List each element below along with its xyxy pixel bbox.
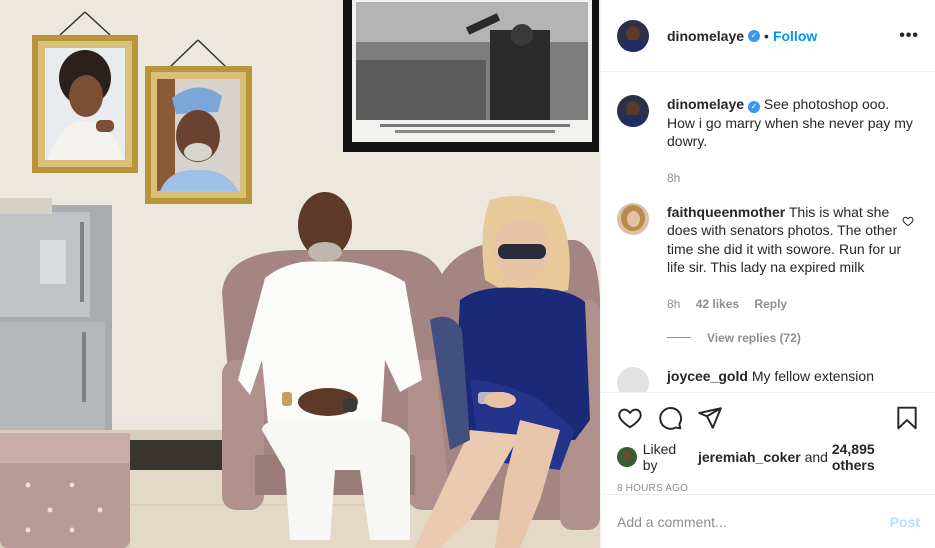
comments-list[interactable]: dinomelaye ✓ See photoshop ooo. How i go … bbox=[601, 73, 935, 392]
comment-username[interactable]: joycee_gold bbox=[667, 368, 748, 384]
caption-username[interactable]: dinomelaye bbox=[667, 96, 744, 112]
caption-author-avatar[interactable] bbox=[617, 95, 649, 127]
comment-item: joycee_gold My fellow extension bbox=[617, 366, 920, 393]
likes-summary: Liked by jeremiah_coker and 24,895 other… bbox=[617, 441, 920, 473]
comment-body: joycee_gold My fellow extension bbox=[667, 367, 920, 393]
replies-line-divider bbox=[667, 337, 691, 338]
liker-avatar[interactable] bbox=[617, 447, 637, 467]
verified-badge-icon: ✓ bbox=[748, 101, 761, 113]
author-username[interactable]: dinomelaye bbox=[667, 28, 744, 44]
photo-illustration bbox=[0, 0, 600, 548]
like-comment-heart-icon[interactable] bbox=[902, 215, 914, 227]
reply-button[interactable]: Reply bbox=[754, 297, 787, 311]
post-comment-button[interactable]: Post bbox=[890, 514, 920, 530]
separator-dot: • bbox=[764, 27, 769, 44]
comment-text: faithqueenmother This is what she does w… bbox=[667, 203, 920, 277]
caption-age[interactable]: 8h bbox=[667, 171, 680, 185]
save-bookmark-icon[interactable] bbox=[894, 405, 920, 431]
post-header: dinomelaye ✓ • Follow ••• bbox=[601, 0, 935, 72]
caption-item: dinomelaye ✓ See photoshop ooo. How i go … bbox=[617, 95, 920, 185]
caption-body: dinomelaye ✓ See photoshop ooo. How i go … bbox=[667, 95, 920, 185]
comment-message: My fellow extension bbox=[751, 367, 874, 384]
commenter-avatar[interactable] bbox=[617, 202, 649, 235]
likes-prefix: Liked by bbox=[642, 441, 677, 473]
add-comment-input[interactable] bbox=[617, 513, 890, 530]
view-replies-label[interactable]: View replies (72) bbox=[707, 331, 801, 345]
comment-bubble-icon[interactable] bbox=[657, 405, 683, 431]
comment-text: joycee_gold My fellow extension bbox=[667, 367, 920, 386]
commenter-avatar[interactable] bbox=[617, 366, 649, 392]
add-comment-bar: Post bbox=[601, 494, 935, 548]
comment-body: faithqueenmother This is what she does w… bbox=[667, 203, 920, 311]
post-side-panel: dinomelaye ✓ • Follow ••• dinomelaye ✓ Se… bbox=[600, 0, 935, 548]
likes-others[interactable]: 24,895 others bbox=[832, 441, 920, 473]
like-heart-icon[interactable] bbox=[617, 405, 643, 431]
instagram-post-view: dinomelaye ✓ • Follow ••• dinomelaye ✓ Se… bbox=[0, 0, 935, 548]
post-actions: Liked by jeremiah_coker and 24,895 other… bbox=[601, 392, 935, 494]
post-timestamp[interactable]: 8 HOURS AGO bbox=[617, 483, 920, 494]
follow-button[interactable]: Follow bbox=[773, 28, 817, 44]
avatar-face bbox=[627, 210, 640, 227]
avatar-body bbox=[620, 115, 646, 127]
post-photo[interactable] bbox=[0, 0, 600, 548]
author-avatar[interactable] bbox=[617, 19, 649, 52]
caption-meta: 8h bbox=[667, 171, 920, 185]
likes-and: and bbox=[804, 449, 828, 465]
verified-badge-icon: ✓ bbox=[748, 29, 761, 42]
more-options-icon[interactable]: ••• bbox=[899, 27, 919, 45]
avatar-body bbox=[620, 39, 646, 52]
comment-item: faithqueenmother This is what she does w… bbox=[617, 202, 920, 311]
action-icons-row bbox=[617, 393, 920, 443]
caption-text: dinomelaye ✓ See photoshop ooo. How i go … bbox=[667, 95, 920, 151]
comment-meta: 8h 42 likes Reply bbox=[667, 297, 920, 311]
likes-user[interactable]: jeremiah_coker bbox=[698, 449, 801, 465]
comment-age[interactable]: 8h bbox=[667, 297, 680, 311]
comment-likes[interactable]: 42 likes bbox=[696, 297, 739, 311]
view-replies-button[interactable]: View replies (72) bbox=[667, 331, 920, 345]
comment-username[interactable]: faithqueenmother bbox=[667, 204, 785, 220]
share-paper-plane-icon[interactable] bbox=[697, 405, 723, 431]
